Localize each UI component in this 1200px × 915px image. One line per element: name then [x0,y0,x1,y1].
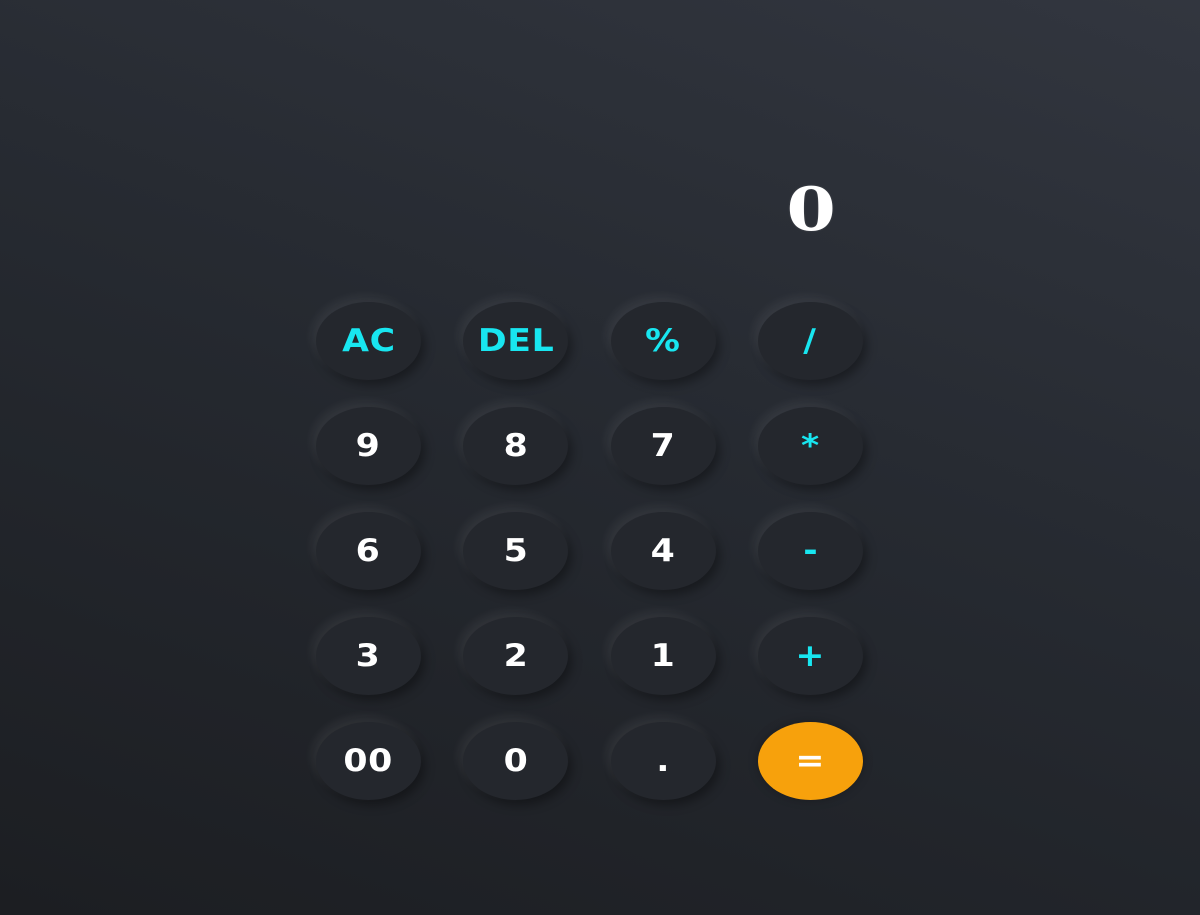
key-label: 4 [650,533,676,569]
digit-0-button[interactable]: 0 [463,722,569,800]
key-label: 7 [650,428,676,464]
digit-9-button[interactable]: 9 [316,407,421,485]
key-label: - [802,533,818,569]
calculator-display: 0 [786,175,836,245]
key-label: 8 [503,428,529,464]
key-label: % [645,323,681,359]
add-button[interactable]: + [757,617,863,695]
key-label: * [801,428,820,464]
percent-button[interactable]: % [610,302,716,380]
double-zero-button[interactable]: 00 [316,722,421,800]
key-label: 1 [650,638,676,674]
key-label: 6 [356,533,381,569]
equals-button[interactable]: = [757,722,863,800]
digit-4-button[interactable]: 4 [610,512,716,590]
divide-button[interactable]: / [757,302,863,380]
multiply-button[interactable]: * [757,407,863,485]
key-label: DEL [477,323,554,359]
key-label: 2 [503,638,529,674]
subtract-button[interactable]: - [757,512,863,590]
digit-1-button[interactable]: 1 [610,617,716,695]
calculator: 0 AC DEL % / 9 8 7 * 6 5 4 - 3 2 1 + 00 … [0,0,1200,915]
key-label: . [656,743,670,779]
key-label: 00 [343,743,394,779]
digit-2-button[interactable]: 2 [463,617,569,695]
delete-button[interactable]: DEL [463,302,569,380]
key-label: / [803,323,818,359]
key-label: = [795,743,826,779]
key-label: AC [341,323,396,359]
key-label: 0 [503,743,529,779]
key-label: + [795,638,826,674]
digit-6-button[interactable]: 6 [316,512,421,590]
digit-5-button[interactable]: 5 [463,512,569,590]
key-label: 3 [356,638,381,674]
clear-button[interactable]: AC [316,302,421,380]
digit-7-button[interactable]: 7 [610,407,716,485]
digit-3-button[interactable]: 3 [316,617,421,695]
digit-8-button[interactable]: 8 [463,407,569,485]
decimal-button[interactable]: . [610,722,716,800]
key-label: 9 [356,428,381,464]
key-label: 5 [503,533,529,569]
keypad: AC DEL % / 9 8 7 * 6 5 4 - 3 2 1 + 00 0 … [316,302,864,800]
